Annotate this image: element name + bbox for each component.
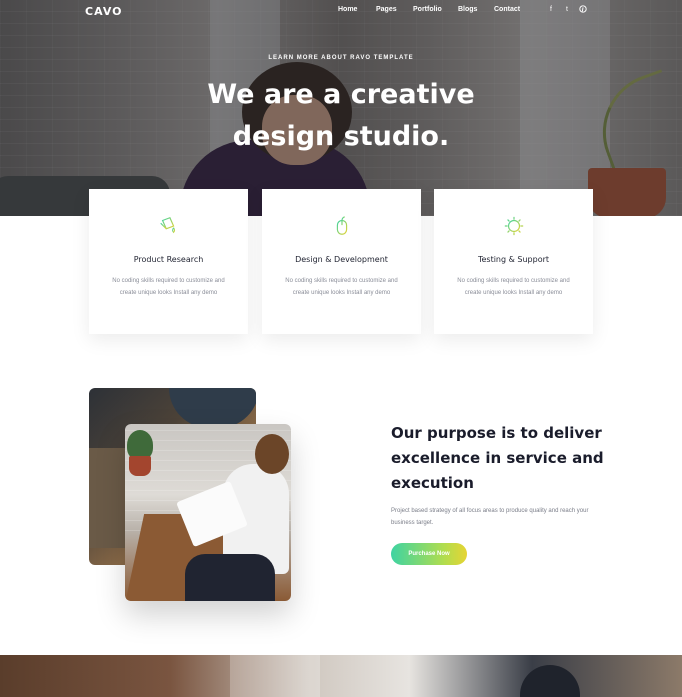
- paint-bucket-icon: [160, 216, 176, 234]
- service-card-product-research: Product Research No coding skills requir…: [89, 189, 248, 334]
- image-detail: [230, 655, 320, 697]
- nav-link-contact[interactable]: Contact: [494, 6, 520, 13]
- purchase-now-button[interactable]: Purchase Now: [391, 543, 467, 565]
- hero-title: We are a creative design studio.: [0, 74, 682, 158]
- image-person-head: [255, 434, 289, 474]
- service-description: No coding skills required to customize a…: [457, 278, 570, 296]
- gear-icon: [504, 216, 524, 236]
- image-detail: [169, 388, 256, 428]
- service-title: Product Research: [133, 255, 204, 264]
- service-card-design-development: Design & Development No coding skills re…: [262, 189, 421, 334]
- facebook-icon[interactable]: f: [546, 5, 556, 15]
- nav-link-blogs[interactable]: Blogs: [458, 6, 477, 13]
- service-description: No coding skills required to customize a…: [112, 278, 225, 296]
- mouse-icon: [336, 216, 348, 235]
- service-card-testing-support: Testing & Support No coding skills requi…: [434, 189, 593, 334]
- next-section-image: [0, 655, 682, 697]
- image-detail: [89, 448, 129, 548]
- image-person-legs: [185, 554, 275, 601]
- service-description: No coding skills required to customize a…: [285, 278, 398, 296]
- about-image-front: [125, 424, 291, 601]
- twitter-icon[interactable]: t: [562, 5, 572, 15]
- service-title: Design & Development: [295, 255, 388, 264]
- pinterest-icon[interactable]: [578, 5, 588, 15]
- about-title-line-3: execution: [391, 474, 474, 492]
- about-title-line-1: Our purpose is to deliver: [391, 424, 602, 442]
- about-description: Project based strategy of all focus area…: [391, 508, 589, 526]
- nav-link-pages[interactable]: Pages: [376, 6, 397, 13]
- about-title-line-2: excellence in service and: [391, 449, 604, 467]
- about-title: Our purpose is to deliver excellence in …: [391, 421, 611, 496]
- top-navigation: CAVO Home Pages Portfolio Blogs Contact …: [0, 0, 682, 22]
- nav-link-portfolio[interactable]: Portfolio: [413, 6, 442, 13]
- hero-section: CAVO Home Pages Portfolio Blogs Contact …: [0, 0, 682, 216]
- image-pot: [129, 456, 151, 476]
- logo[interactable]: CAVO: [85, 5, 123, 18]
- service-title: Testing & Support: [477, 255, 550, 264]
- nav-link-home[interactable]: Home: [338, 6, 357, 13]
- image-detail: [520, 665, 580, 697]
- hero-title-line-1: We are a creative: [207, 79, 475, 110]
- hero-title-line-2: design studio.: [232, 121, 450, 152]
- hero-kicker: LEARN MORE ABOUT RAVO TEMPLATE: [268, 55, 414, 61]
